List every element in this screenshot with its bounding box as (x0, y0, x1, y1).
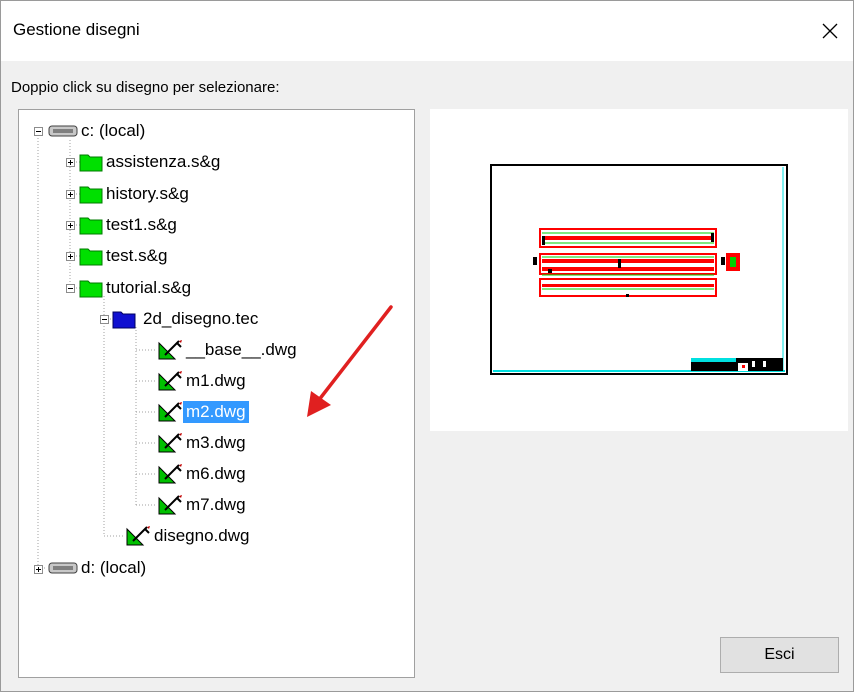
tree-item-label: m2.dwg (183, 401, 249, 423)
instruction-label: Doppio click su disegno per selezionare: (11, 79, 280, 96)
collapse-toggle[interactable] (34, 127, 43, 136)
red-arrow-annotation (307, 305, 393, 417)
tree-item-label: m6.dwg (186, 464, 246, 483)
drive-icon (48, 562, 78, 574)
folder-icon (79, 186, 103, 204)
tree-item-label: m3.dwg (186, 433, 246, 452)
tree-item-drive-d[interactable]: d: (local) (48, 557, 149, 579)
expand-toggle[interactable] (66, 158, 75, 167)
close-button[interactable] (807, 1, 853, 61)
tree-item-folder[interactable]: history.s&g (79, 183, 192, 205)
expand-toggle[interactable] (66, 221, 75, 230)
dialog-window: Gestione disegni Doppio click su disegno… (0, 0, 854, 692)
tree-item-label: d: (local) (81, 558, 147, 577)
drawing-icon (126, 526, 150, 546)
tree-item-drive-c[interactable]: c: (local) (48, 120, 148, 142)
tree-item-label: c: (local) (81, 121, 146, 140)
tree-item-label: 2d_disegno.tec (143, 309, 259, 328)
tree-item-folder-tutorial[interactable]: tutorial.s&g (79, 277, 194, 299)
tree-item-drawing[interactable]: __base__.dwg (157, 339, 300, 361)
tree-item-drawing[interactable]: m6.dwg (157, 463, 249, 485)
tree-item-drawing[interactable]: m1.dwg (157, 370, 249, 392)
window-title: Gestione disegni (13, 20, 140, 39)
folder-blue-icon (112, 311, 136, 329)
folder-open-icon (79, 280, 103, 298)
tree-item-label: m7.dwg (186, 495, 246, 514)
drawing-icon (158, 464, 182, 484)
tree-item-drawing[interactable]: m3.dwg (157, 432, 249, 454)
tree-item-drawing[interactable]: m7.dwg (157, 494, 249, 516)
tree-item-label: history.s&g (106, 184, 189, 203)
drive-icon (48, 125, 78, 137)
esci-button[interactable]: Esci (720, 637, 839, 673)
drawing-icon (158, 340, 182, 360)
tree-item-drawing[interactable]: disegno.dwg (125, 525, 252, 547)
drawing-icon (158, 495, 182, 515)
folder-icon (79, 248, 103, 266)
tree-item-label: test1.s&g (106, 215, 177, 234)
tree-item-folder[interactable]: test1.s&g (79, 214, 180, 236)
tree-item-label: disegno.dwg (154, 526, 250, 545)
collapse-toggle[interactable] (100, 315, 109, 324)
close-icon (822, 23, 838, 39)
expand-toggle[interactable] (66, 252, 75, 261)
expand-toggle[interactable] (66, 190, 75, 199)
tree-item-folder[interactable]: assistenza.s&g (79, 151, 223, 173)
tree-item-label: m1.dwg (186, 371, 246, 390)
tree-item-label: tutorial.s&g (106, 278, 192, 297)
tree-item-label: test.s&g (106, 246, 168, 265)
tree-item-folder[interactable]: test.s&g (79, 245, 170, 267)
tree-item-drawing-selected[interactable]: m2.dwg (157, 401, 249, 423)
tree-item-label: __base__.dwg (186, 340, 297, 359)
expand-toggle[interactable] (34, 565, 43, 574)
tree-item-subfolder[interactable]: 2d_disegno.tec (112, 308, 261, 330)
drawing-preview (430, 109, 848, 431)
title-bar: Gestione disegni (1, 1, 853, 61)
collapse-toggle[interactable] (66, 284, 75, 293)
drawing-icon (158, 402, 182, 422)
drawing-icon (158, 433, 182, 453)
folder-icon (79, 217, 103, 235)
drawing-thumbnail (490, 164, 788, 375)
folder-icon (79, 154, 103, 172)
tree-item-label: assistenza.s&g (106, 152, 221, 171)
drawing-icon (158, 371, 182, 391)
